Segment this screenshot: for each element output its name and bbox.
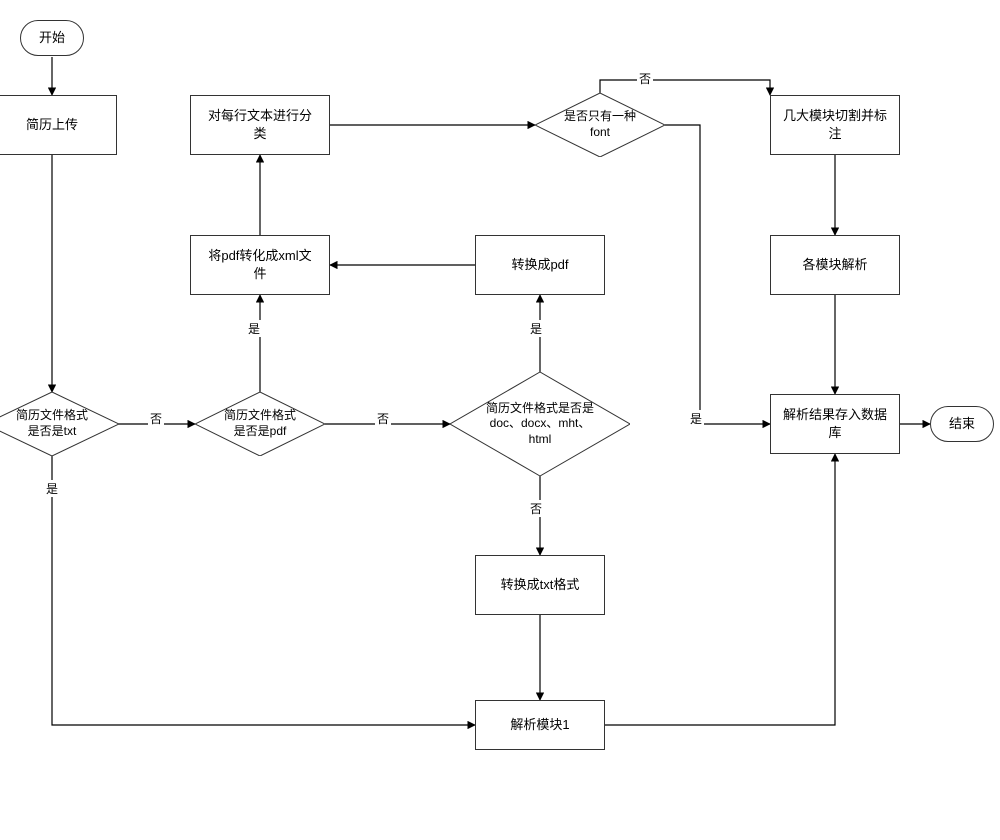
- process-pdf-to-xml: 将pdf转化成xml文 件: [190, 235, 330, 295]
- process-save-db: 解析结果存入数据 库: [770, 394, 900, 454]
- label-one-font-no: 否: [637, 70, 653, 87]
- decision-is-txt: 简历文件格式 是否是txt: [0, 392, 119, 456]
- process-cut-label-label: 几大模块切割并标 注: [783, 107, 887, 142]
- label-is-pdf-no: 否: [375, 410, 391, 427]
- process-parse-mod1: 解析模块1: [475, 700, 605, 750]
- decision-is-pdf: 简历文件格式 是否是pdf: [195, 392, 325, 456]
- decision-is-doc-label: 简历文件格式是否是 doc、docx、mht、 html: [486, 401, 594, 448]
- label-one-font-yes: 是: [688, 410, 704, 427]
- process-pdf-to-xml-label: 将pdf转化成xml文 件: [208, 247, 311, 282]
- decision-is-pdf-label: 简历文件格式 是否是pdf: [224, 408, 296, 439]
- decision-is-txt-label: 简历文件格式 是否是txt: [16, 408, 88, 439]
- label-is-doc-yes: 是: [528, 320, 544, 337]
- terminator-end: 结束: [930, 406, 994, 442]
- process-upload: 简历上传: [0, 95, 117, 155]
- label-is-txt-no: 否: [148, 410, 164, 427]
- process-parse-modules: 各模块解析: [770, 235, 900, 295]
- process-parse-modules-label: 各模块解析: [802, 256, 867, 274]
- terminator-start: 开始: [20, 20, 84, 56]
- process-classify-lines: 对每行文本进行分 类: [190, 95, 330, 155]
- flowchart-canvas: 开始 简历上传 对每行文本进行分 类 将pdf转化成xml文 件 转换成pdf …: [0, 0, 1000, 840]
- process-classify-lines-label: 对每行文本进行分 类: [208, 107, 312, 142]
- decision-is-doc: 简历文件格式是否是 doc、docx、mht、 html: [450, 372, 630, 476]
- process-to-pdf: 转换成pdf: [475, 235, 605, 295]
- terminator-end-label: 结束: [949, 415, 975, 433]
- label-is-txt-yes: 是: [44, 480, 60, 497]
- label-is-doc-no: 否: [528, 500, 544, 517]
- decision-one-font-label: 是否只有一种 font: [564, 109, 636, 140]
- decision-one-font: 是否只有一种 font: [535, 93, 665, 157]
- process-to-pdf-label: 转换成pdf: [511, 256, 568, 274]
- process-to-txt: 转换成txt格式: [475, 555, 605, 615]
- process-to-txt-label: 转换成txt格式: [501, 576, 580, 594]
- label-is-pdf-yes: 是: [246, 320, 262, 337]
- process-parse-mod1-label: 解析模块1: [510, 716, 569, 734]
- process-upload-label: 简历上传: [26, 116, 78, 134]
- process-cut-label: 几大模块切割并标 注: [770, 95, 900, 155]
- terminator-start-label: 开始: [39, 29, 65, 47]
- process-save-db-label: 解析结果存入数据 库: [783, 406, 887, 441]
